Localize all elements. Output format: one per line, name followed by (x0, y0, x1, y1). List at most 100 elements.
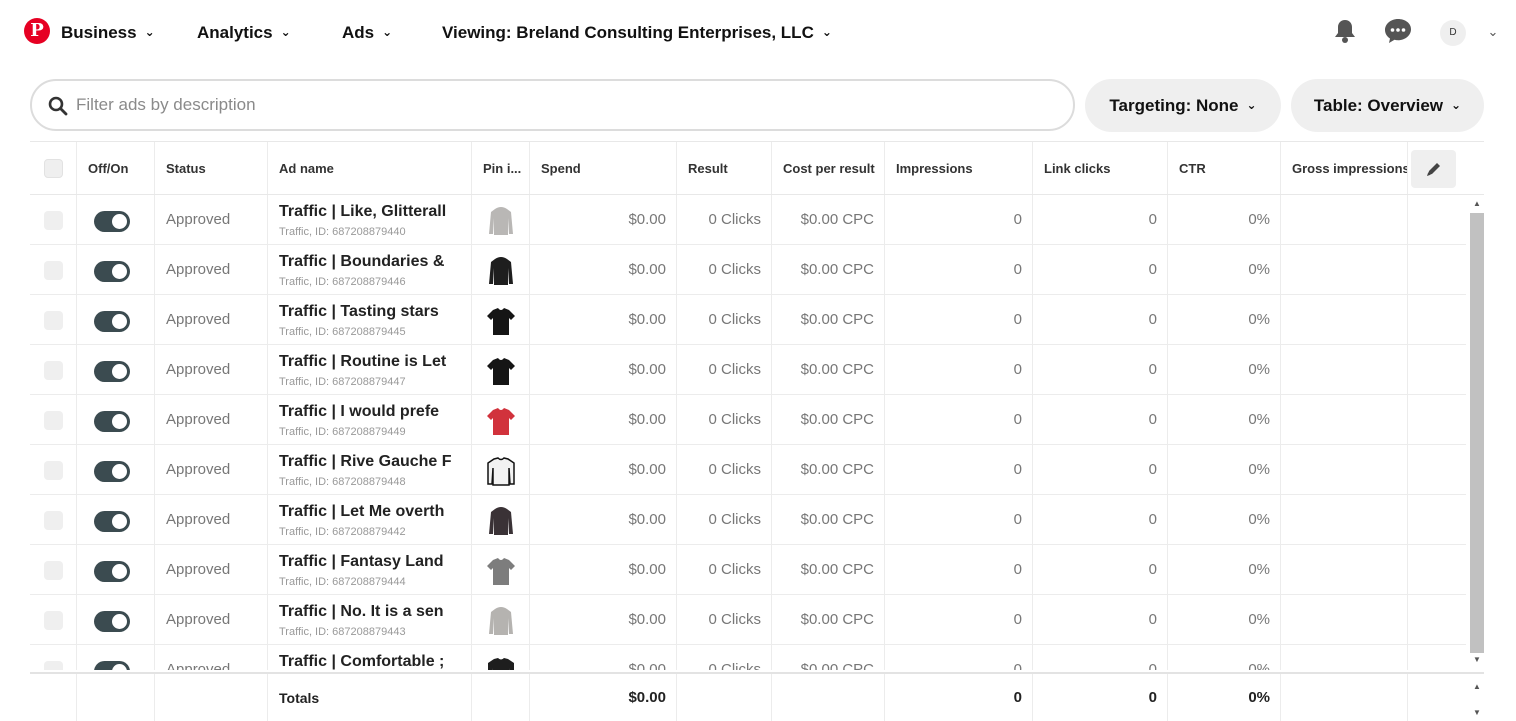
ad-on-off-toggle[interactable] (94, 311, 130, 332)
ad-name-link[interactable]: Traffic | Like, Glitterall (279, 203, 446, 221)
ad-on-off-toggle[interactable] (94, 411, 130, 432)
result-value: 0 Clicks (677, 395, 772, 444)
row-checkbox[interactable] (44, 561, 63, 580)
scroll-down-icon[interactable]: ▼ (1470, 653, 1484, 667)
column-header-result[interactable]: Result (677, 142, 772, 194)
ad-on-off-toggle[interactable] (94, 661, 130, 670)
row-checkbox[interactable] (44, 311, 63, 330)
ad-on-off-toggle[interactable] (94, 611, 130, 632)
ad-name-link[interactable]: Traffic | Routine is Let (279, 353, 446, 371)
toggle-cell (77, 545, 155, 594)
select-cell (30, 645, 77, 670)
pin-thumbnail-tshirt[interactable] (484, 304, 518, 338)
row-checkbox[interactable] (44, 361, 63, 380)
business-menu[interactable]: Business ⌄ (61, 20, 155, 44)
row-checkbox[interactable] (44, 411, 63, 430)
messages-button[interactable] (1383, 16, 1413, 46)
pinterest-logo-icon[interactable]: P (24, 18, 50, 44)
table-row[interactable]: Approved Traffic | Rive Gauche F Traffic, … (30, 445, 1466, 495)
ad-name-link[interactable]: Traffic | Let Me overth (279, 503, 444, 521)
chevron-down-icon[interactable]: ⌄ (1484, 22, 1502, 42)
ctr-value: 0% (1168, 245, 1281, 294)
pin-thumbnail-tshirt[interactable] (484, 554, 518, 588)
ad-name-link[interactable]: Traffic | Fantasy Land (279, 553, 444, 571)
column-header-adname[interactable]: Ad name (268, 142, 472, 194)
table-row[interactable]: Approved Traffic | Like, Glitterall Traffi… (30, 195, 1466, 245)
totals-impressions: 0 (885, 674, 1033, 721)
ad-status: Approved (155, 345, 268, 394)
ad-name-link[interactable]: Traffic | No. It is a sen (279, 603, 444, 621)
row-checkbox[interactable] (44, 461, 63, 480)
table-row[interactable]: Approved Traffic | Tasting stars Traffic, … (30, 295, 1466, 345)
ad-name-link[interactable]: Traffic | Tasting stars (279, 303, 439, 321)
column-header-offon[interactable]: Off/On (77, 142, 155, 194)
table-row[interactable]: Approved Traffic | Fantasy Land Traffic, I… (30, 545, 1466, 595)
column-header-cost-per-result[interactable]: Cost per result (772, 142, 885, 194)
impressions-value: 0 (885, 195, 1033, 244)
search-icon (48, 96, 68, 116)
ad-name-link[interactable]: Traffic | Comfortable ; (279, 653, 444, 670)
ad-on-off-toggle[interactable] (94, 461, 130, 482)
chevron-down-icon: ⌄ (1451, 98, 1462, 112)
column-header-link-clicks[interactable]: Link clicks (1033, 142, 1168, 194)
spend-value: $0.00 (530, 245, 677, 294)
ctr-value: 0% (1168, 345, 1281, 394)
table-row[interactable]: Approved Traffic | No. It is a sen Traffic… (30, 595, 1466, 645)
scroll-up-icon[interactable]: ▲ (1470, 197, 1484, 211)
avatar[interactable]: D (1440, 20, 1466, 46)
account-switcher[interactable]: Viewing: Breland Consulting Enterprises,… (442, 20, 832, 44)
column-header-ctr[interactable]: CTR (1168, 142, 1281, 194)
pin-thumbnail-hoodie[interactable] (484, 604, 518, 638)
table-row[interactable]: Approved Traffic | Comfortable ; $0.00 0 Cl… (30, 645, 1466, 670)
ad-name-link[interactable]: Traffic | Boundaries & (279, 253, 444, 271)
ad-on-off-toggle[interactable] (94, 261, 130, 282)
table-view-dropdown[interactable]: Table: Overview ⌄ (1291, 79, 1484, 132)
ad-on-off-toggle[interactable] (94, 511, 130, 532)
row-checkbox[interactable] (44, 211, 63, 230)
ad-on-off-toggle[interactable] (94, 211, 130, 232)
row-checkbox[interactable] (44, 261, 63, 280)
notifications-button[interactable] (1330, 16, 1360, 46)
totals-scroll-up-icon[interactable]: ▲ (1470, 680, 1484, 694)
column-header-impressions[interactable]: Impressions (885, 142, 1033, 194)
ads-menu[interactable]: Ads ⌄ (342, 20, 392, 44)
ad-on-off-toggle[interactable] (94, 561, 130, 582)
ad-name-link[interactable]: Traffic | I would prefe (279, 403, 439, 421)
row-checkbox[interactable] (44, 511, 63, 530)
table-row[interactable]: Approved Traffic | Let Me overth Traffic, … (30, 495, 1466, 545)
cost-per-result-value: $0.00 CPC (772, 195, 885, 244)
table-scrollbar[interactable]: ▲ ▼ (1466, 195, 1484, 670)
pin-thumbnail-sweatshirt[interactable] (484, 454, 518, 488)
pin-thumbnail-tshirt[interactable] (484, 404, 518, 438)
pin-thumbnail-tshirt[interactable] (484, 354, 518, 388)
column-header-pin[interactable]: Pin i... (472, 142, 530, 194)
select-all-checkbox[interactable] (44, 159, 63, 178)
totals-label: Totals (268, 674, 472, 721)
impressions-value: 0 (885, 595, 1033, 644)
pin-thumbnail-hoodie[interactable] (484, 204, 518, 238)
gross-impressions-value (1281, 645, 1408, 670)
pencil-icon (1426, 163, 1440, 176)
totals-scroll-down-icon[interactable]: ▼ (1470, 706, 1484, 720)
row-checkbox[interactable] (44, 661, 63, 670)
targeting-dropdown[interactable]: Targeting: None ⌄ (1085, 79, 1281, 132)
ad-id-text: Traffic, ID: 687208879443 (279, 626, 406, 638)
column-header-gross-impressions[interactable]: Gross impressions (1281, 142, 1408, 194)
analytics-menu[interactable]: Analytics ⌄ (197, 20, 291, 44)
result-value: 0 Clicks (677, 195, 772, 244)
column-header-spend[interactable]: Spend (530, 142, 677, 194)
pin-thumbnail-sweatshirt[interactable] (484, 654, 518, 670)
ad-name-link[interactable]: Traffic | Rive Gauche F (279, 453, 452, 471)
search-input[interactable] (76, 91, 1056, 119)
table-row[interactable]: Approved Traffic | Boundaries & Traffic, I… (30, 245, 1466, 295)
edit-columns-button[interactable] (1411, 150, 1456, 188)
ad-on-off-toggle[interactable] (94, 361, 130, 382)
table-row[interactable]: Approved Traffic | I would prefe Traffic, … (30, 395, 1466, 445)
column-header-status[interactable]: Status (155, 142, 268, 194)
row-checkbox[interactable] (44, 611, 63, 630)
scrollbar-thumb[interactable] (1470, 213, 1484, 653)
table-row[interactable]: Approved Traffic | Routine is Let Traffic,… (30, 345, 1466, 395)
pin-thumbnail-hoodie[interactable] (484, 254, 518, 288)
pin-thumbnail-hoodie[interactable] (484, 504, 518, 538)
ad-id-text: Traffic, ID: 687208879440 (279, 226, 406, 238)
